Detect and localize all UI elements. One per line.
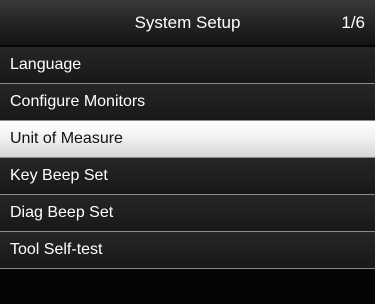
page-indicator: 1/6 <box>341 13 365 32</box>
menu-item-configure-monitors[interactable]: Configure Monitors <box>0 84 375 121</box>
setup-menu: Language Configure Monitors Unit of Meas… <box>0 47 375 269</box>
menu-item-language[interactable]: Language <box>0 47 375 84</box>
menu-item-diag-beep-set[interactable]: Diag Beep Set <box>0 195 375 232</box>
system-setup-screen: System Setup 1/6 Language Configure Moni… <box>0 0 375 304</box>
menu-item-unit-of-measure[interactable]: Unit of Measure <box>0 121 375 158</box>
page-title: System Setup <box>134 13 241 32</box>
menu-item-tool-self-test[interactable]: Tool Self-test <box>0 232 375 269</box>
menu-item-key-beep-set[interactable]: Key Beep Set <box>0 158 375 195</box>
title-bar: System Setup 1/6 <box>0 0 375 45</box>
